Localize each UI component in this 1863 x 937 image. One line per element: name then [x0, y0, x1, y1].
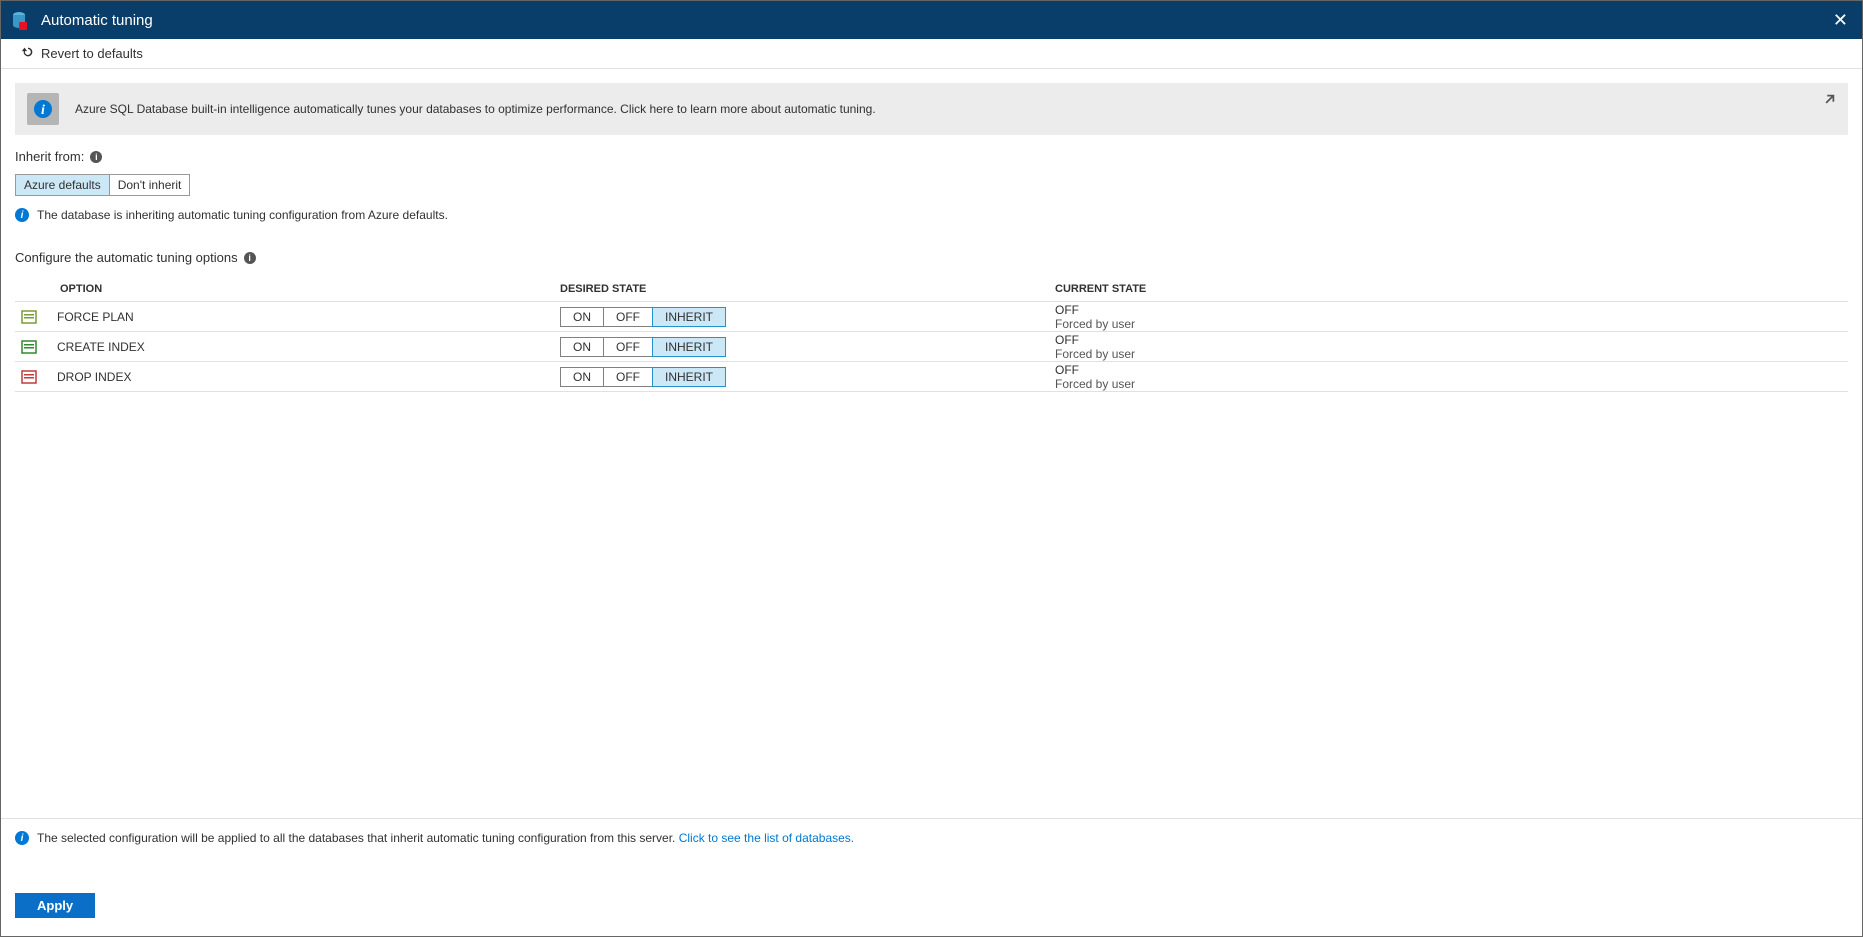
- help-icon[interactable]: i: [244, 252, 256, 264]
- info-banner[interactable]: i Azure SQL Database built-in intelligen…: [15, 83, 1848, 135]
- inherit-dont-inherit[interactable]: Don't inherit: [110, 175, 190, 195]
- options-table: OPTION DESIRED STATE CURRENT STATE FORCE…: [15, 277, 1848, 392]
- state-inherit[interactable]: INHERIT: [652, 367, 726, 387]
- footer-message: i The selected configuration will be app…: [15, 831, 1848, 845]
- header-current: CURRENT STATE: [1055, 283, 1848, 295]
- option-icon: [21, 369, 37, 385]
- state-inherit[interactable]: INHERIT: [652, 307, 726, 327]
- option-name: FORCE PLAN: [57, 310, 134, 324]
- table-row: DROP INDEX ON OFF INHERIT OFFForced by u…: [15, 362, 1848, 392]
- revert-to-defaults-button[interactable]: Revert to defaults: [21, 45, 143, 62]
- header-option: OPTION: [15, 283, 560, 295]
- close-button[interactable]: ✕: [1827, 10, 1854, 31]
- state-toggle: ON OFF INHERIT: [560, 367, 726, 387]
- inherit-azure-defaults[interactable]: Azure defaults: [16, 175, 110, 195]
- state-off[interactable]: OFF: [603, 367, 653, 387]
- toolbar: Revert to defaults: [1, 39, 1862, 69]
- header-desired: DESIRED STATE: [560, 283, 1055, 295]
- state-on[interactable]: ON: [560, 337, 604, 357]
- inherit-status: i The database is inheriting automatic t…: [15, 208, 1848, 222]
- database-icon: [9, 10, 29, 30]
- inherit-from-label: Inherit from: i: [15, 149, 1848, 164]
- current-state-reason: Forced by user: [1055, 347, 1848, 361]
- state-toggle: ON OFF INHERIT: [560, 307, 726, 327]
- apply-button[interactable]: Apply: [15, 893, 95, 918]
- table-header: OPTION DESIRED STATE CURRENT STATE: [15, 277, 1848, 302]
- info-icon: i: [15, 831, 29, 845]
- table-row: FORCE PLAN ON OFF INHERIT OFFForced by u…: [15, 302, 1848, 332]
- current-state-value: OFF: [1055, 303, 1848, 317]
- current-state-reason: Forced by user: [1055, 377, 1848, 391]
- external-link-icon[interactable]: [1822, 93, 1836, 110]
- option-name: DROP INDEX: [57, 370, 131, 384]
- option-icon: [21, 309, 37, 325]
- current-state-value: OFF: [1055, 363, 1848, 377]
- help-icon[interactable]: i: [90, 151, 102, 163]
- inherit-status-text: The database is inheriting automatic tun…: [37, 208, 448, 222]
- info-icon: i: [15, 208, 29, 222]
- table-row: CREATE INDEX ON OFF INHERIT OFFForced by…: [15, 332, 1848, 362]
- option-icon: [21, 339, 37, 355]
- undo-icon: [21, 45, 35, 62]
- state-off[interactable]: OFF: [603, 307, 653, 327]
- footer: i The selected configuration will be app…: [1, 818, 1862, 936]
- titlebar: Automatic tuning ✕: [1, 1, 1862, 39]
- state-on[interactable]: ON: [560, 307, 604, 327]
- state-inherit[interactable]: INHERIT: [652, 337, 726, 357]
- inherit-toggle: Azure defaults Don't inherit: [15, 174, 190, 196]
- window-title: Automatic tuning: [41, 12, 1827, 29]
- content-area: i Azure SQL Database built-in intelligen…: [1, 69, 1862, 818]
- list-databases-link[interactable]: Click to see the list of databases.: [679, 831, 854, 845]
- state-off[interactable]: OFF: [603, 337, 653, 357]
- info-icon: i: [27, 93, 59, 125]
- revert-label: Revert to defaults: [41, 46, 143, 61]
- current-state-reason: Forced by user: [1055, 317, 1848, 331]
- current-state-value: OFF: [1055, 333, 1848, 347]
- footer-text: The selected configuration will be appli…: [37, 831, 679, 845]
- banner-message[interactable]: Azure SQL Database built-in intelligence…: [75, 102, 1836, 116]
- state-toggle: ON OFF INHERIT: [560, 337, 726, 357]
- svg-text:i: i: [41, 103, 45, 118]
- configure-label: Configure the automatic tuning options i: [15, 250, 1848, 265]
- option-name: CREATE INDEX: [57, 340, 145, 354]
- state-on[interactable]: ON: [560, 367, 604, 387]
